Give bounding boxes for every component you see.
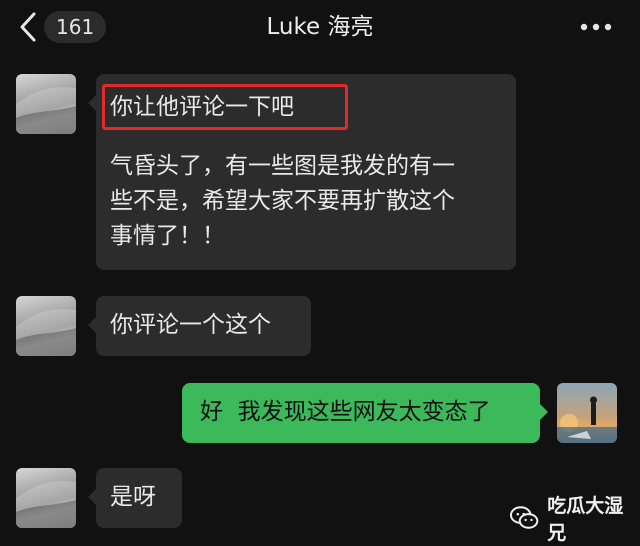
highlight-annotation-box <box>102 84 348 130</box>
contact-avatar[interactable] <box>16 74 76 134</box>
contact-avatar[interactable] <box>16 296 76 356</box>
message-1-line-3: 气昏头了，有一些图是我发的有一 <box>110 153 455 179</box>
message-1-line-5: 事情了！！ <box>110 223 225 249</box>
message-3-text: 好 我发现这些网友太变态了 <box>200 399 491 425</box>
chat-screen: Luke 海亮 161 你让他评论一下吧 气昏头了，有一些图是我发的有一 些不是… <box>0 0 640 546</box>
message-1-line-4: 些不是，希望大家不要再扩散这个 <box>110 188 455 214</box>
watermark: 吃瓜大湿兄 <box>510 495 640 544</box>
back-button[interactable] <box>14 10 44 44</box>
message-bubble-2[interactable]: 你评论一个这个 <box>88 296 311 356</box>
message-bubble-4[interactable]: 是呀 <box>88 468 182 528</box>
message-bubble-3[interactable]: 好 我发现这些网友太变态了 <box>182 383 548 443</box>
watermark-text: 吃瓜大湿兄 <box>547 495 624 544</box>
chat-header: Luke 海亮 161 <box>0 0 640 56</box>
self-avatar[interactable] <box>557 383 617 443</box>
more-button[interactable] <box>576 12 616 42</box>
wechat-icon <box>510 506 539 529</box>
contact-avatar[interactable] <box>16 468 76 528</box>
message-4-text: 是呀 <box>110 484 156 510</box>
chevron-left-icon <box>20 12 36 42</box>
message-2-text: 你评论一个这个 <box>110 312 271 338</box>
more-dots-icon <box>580 23 612 31</box>
unread-count-badge[interactable]: 161 <box>44 11 107 43</box>
